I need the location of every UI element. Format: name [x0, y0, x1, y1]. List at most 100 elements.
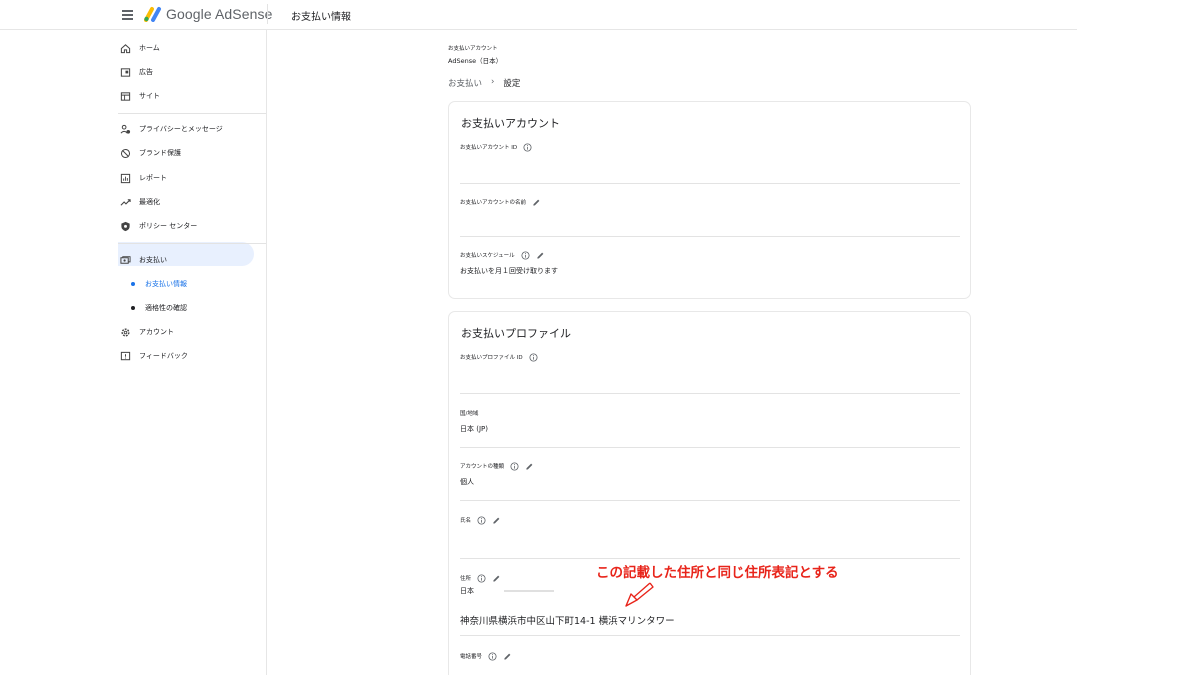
field-label: 住所 — [460, 576, 472, 582]
report-icon — [118, 171, 132, 185]
sidebar-item-label: お支払い情報 — [145, 280, 187, 288]
breadcrumb: お支払い › 設定 — [448, 77, 520, 89]
account-type-field: アカウントの種類 個人 — [460, 461, 960, 501]
address-country: 日本 — [460, 587, 474, 595]
sidebar-item-brand-safety[interactable]: ブランド保護 — [118, 142, 258, 164]
gear-icon — [118, 325, 132, 339]
sidebar-item-account[interactable]: アカウント — [118, 321, 258, 343]
payment-account-card: お支払いアカウント お支払いアカウント ID お支払いアカウントの名前 お支払い… — [448, 101, 971, 299]
field-divider — [460, 393, 960, 394]
dot-icon — [131, 282, 135, 286]
info-icon[interactable] — [477, 573, 486, 583]
payment-schedule-field: お支払いスケジュール お支払いを月１回受け取ります — [460, 250, 960, 276]
info-icon[interactable] — [477, 515, 486, 525]
sidebar-item-label: レポート — [139, 174, 167, 182]
sidebar-item-privacy[interactable]: プライバシーとメッセージ — [118, 118, 258, 140]
info-icon[interactable] — [488, 651, 497, 661]
address-field: 住所 日本 神奈川県横浜市中区山下町14-1 横浜マリンタワー — [460, 573, 960, 636]
field-value: 日本 (JP) — [460, 425, 488, 433]
pencil-icon[interactable] — [525, 462, 534, 471]
info-icon[interactable] — [529, 352, 538, 362]
field-label: 国/地域 — [460, 411, 479, 417]
address-full: 神奈川県横浜市中区山下町14-1 横浜マリンタワー — [460, 616, 675, 627]
field-label: お支払いアカウントの名前 — [460, 200, 527, 206]
sidebar-item-sites[interactable]: サイト — [118, 85, 258, 107]
arrow-icon — [625, 582, 654, 607]
field-divider — [460, 183, 960, 184]
payment-account-name-field: お支払いアカウントの名前 — [460, 197, 960, 237]
breadcrumb-separator: › — [491, 77, 495, 87]
pencil-icon[interactable] — [532, 198, 541, 207]
shield-icon — [118, 219, 132, 233]
info-icon[interactable] — [523, 142, 532, 152]
sidebar-item-label: 広告 — [139, 68, 153, 76]
field-value: 個人 — [460, 478, 474, 486]
pencil-icon[interactable] — [492, 516, 501, 525]
pencil-icon[interactable] — [536, 251, 545, 260]
account-name: AdSense（日本） — [448, 57, 503, 65]
sidebar-divider — [118, 243, 266, 244]
sidebar-item-feedback[interactable]: フィードバック — [118, 345, 258, 367]
info-icon[interactable] — [510, 461, 519, 471]
sidebar-divider — [118, 113, 266, 114]
field-divider — [460, 447, 960, 448]
field-label: 氏名 — [460, 518, 472, 524]
field-label: お支払いプロファイル ID — [460, 355, 523, 361]
ads-icon — [118, 65, 132, 79]
sidebar-item-policy-center[interactable]: ポリシー センター — [118, 215, 258, 237]
sidebar-item-label: 最適化 — [139, 198, 160, 206]
sidebar-item-ads[interactable]: 広告 — [118, 61, 258, 83]
field-value: お支払いを月１回受け取ります — [460, 267, 558, 275]
field-label: 電話番号 — [460, 654, 483, 660]
sidebar-item-home[interactable]: ホーム — [118, 37, 258, 59]
sites-icon — [118, 89, 132, 103]
info-icon[interactable] — [521, 250, 530, 260]
sidebar-item-label: お支払い — [139, 256, 167, 264]
full-name-field: 氏名 — [460, 515, 960, 559]
breadcrumb-parent[interactable]: お支払い — [448, 77, 482, 89]
pencil-icon[interactable] — [492, 574, 501, 583]
payment-profile-id-field: お支払いプロファイル ID — [460, 352, 960, 394]
card-title: お支払いアカウント — [461, 117, 560, 130]
sidebar-item-label: プライバシーとメッセージ — [139, 125, 223, 133]
sidebar-item-label: 適格性の確認 — [145, 304, 187, 312]
sidebar-item-optimize[interactable]: 最適化 — [118, 191, 258, 213]
brand-name: Google AdSense — [166, 6, 273, 22]
redacted-line — [504, 590, 554, 592]
sidebar-item-label: ポリシー センター — [139, 222, 198, 230]
feedback-icon — [118, 349, 132, 363]
privacy-icon — [118, 122, 132, 136]
field-divider — [460, 236, 960, 237]
sidebar-item-payments[interactable]: お支払い — [118, 249, 258, 271]
field-divider — [460, 500, 960, 501]
menu-icon[interactable] — [118, 6, 138, 24]
sidebar-item-reports[interactable]: レポート — [118, 167, 258, 189]
card-title: お支払いプロファイル — [461, 327, 571, 340]
payment-account-id-field: お支払いアカウント ID — [460, 142, 960, 184]
sidebar-item-label: サイト — [139, 92, 160, 100]
annotation-text: この記載した住所と同じ住所表記とする — [596, 565, 839, 581]
pencil-icon[interactable] — [503, 652, 512, 661]
sidebar-item-payment-info[interactable]: お支払い情報 — [118, 273, 258, 295]
sidebar-item-label: ブランド保護 — [139, 149, 181, 157]
breadcrumb-current: 設定 — [503, 79, 521, 89]
sidebar-item-eligibility[interactable]: 適格性の確認 — [118, 297, 258, 319]
dot-icon — [131, 306, 135, 310]
adsense-logo-icon — [144, 7, 161, 22]
account-label: お支払いアカウント — [448, 46, 498, 52]
payment-profile-card: お支払いプロファイル お支払いプロファイル ID 国/地域 日本 (JP) アカ… — [448, 311, 971, 675]
payments-icon — [118, 253, 132, 267]
trend-icon — [118, 195, 132, 209]
field-divider — [460, 635, 960, 636]
field-label: お支払いアカウント ID — [460, 145, 518, 151]
block-icon — [118, 146, 132, 160]
header-divider — [267, 4, 268, 24]
sidebar-item-label: ホーム — [139, 44, 160, 52]
field-label: アカウントの種類 — [460, 464, 505, 470]
top-bar: Google AdSense お支払い情報 — [0, 0, 1077, 30]
field-divider — [460, 558, 960, 559]
home-icon — [118, 41, 132, 55]
field-label: お支払いスケジュール — [460, 253, 515, 259]
field-value: 日本 — [460, 586, 960, 596]
country-field: 国/地域 日本 (JP) — [460, 408, 960, 448]
